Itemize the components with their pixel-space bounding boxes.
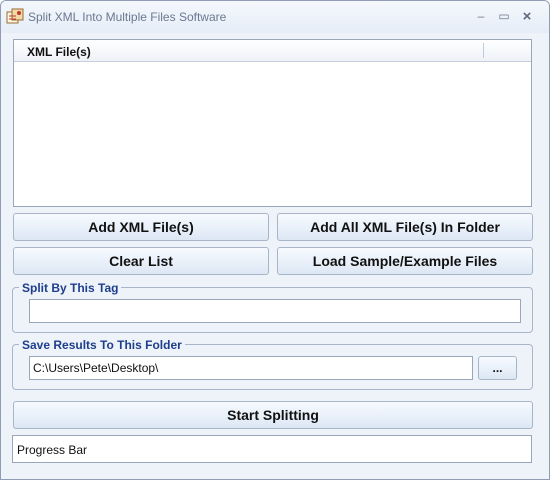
browse-folder-button[interactable]: ... [478, 356, 517, 380]
column-divider[interactable] [483, 43, 484, 58]
minimize-icon: – [477, 9, 485, 23]
save-folder-input[interactable] [29, 356, 473, 380]
split-tag-label: Split By This Tag [19, 281, 122, 295]
add-folder-files-button[interactable]: Add All XML File(s) In Folder [277, 213, 533, 241]
app-window: Split XML Into Multiple Files Software –… [0, 0, 550, 480]
app-icon [6, 8, 24, 24]
maximize-button[interactable]: ▭ [494, 7, 514, 25]
minimize-button[interactable]: – [471, 7, 491, 25]
progress-bar: Progress Bar [12, 435, 532, 463]
title-bar[interactable]: Split XML Into Multiple Files Software –… [1, 1, 549, 33]
save-folder-label: Save Results To This Folder [19, 338, 185, 352]
start-splitting-button[interactable]: Start Splitting [13, 401, 533, 429]
window-title: Split XML Into Multiple Files Software [28, 10, 227, 24]
xml-file-list[interactable]: XML File(s) [13, 39, 532, 207]
close-icon: × [522, 7, 532, 25]
add-xml-files-button[interactable]: Add XML File(s) [13, 213, 269, 241]
xml-files-column-header: XML File(s) [27, 45, 91, 59]
maximize-icon: ▭ [498, 9, 510, 23]
close-button[interactable]: × [517, 7, 537, 25]
clear-list-button[interactable]: Clear List [13, 247, 269, 275]
split-tag-input[interactable] [29, 299, 521, 323]
progress-bar-label: Progress Bar [17, 443, 88, 457]
file-list-header[interactable]: XML File(s) [14, 40, 531, 62]
load-samples-button[interactable]: Load Sample/Example Files [277, 247, 533, 275]
